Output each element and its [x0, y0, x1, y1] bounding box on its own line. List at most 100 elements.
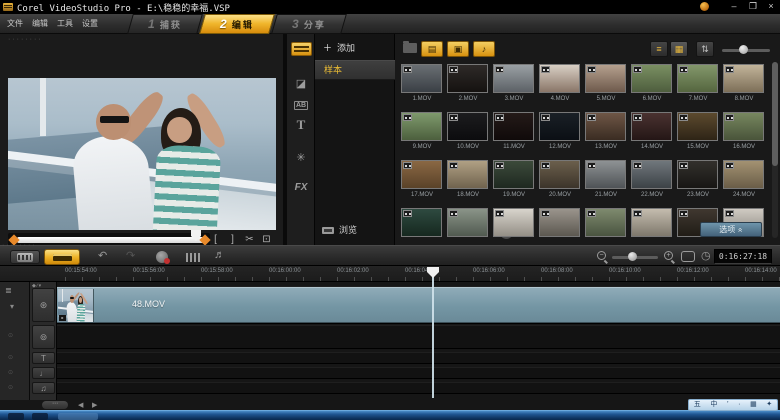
media-thumbnail-cell[interactable]: 14.MOV	[629, 110, 675, 158]
media-thumbnail[interactable]	[539, 64, 580, 93]
browse-button[interactable]: 浏览	[315, 222, 395, 238]
windows-taskbar[interactable]	[0, 410, 780, 420]
step-tab-edit[interactable]: 2编辑	[199, 14, 275, 34]
media-thumbnail-cell[interactable]: 19.MOV	[491, 158, 537, 206]
media-thumbnail-cell[interactable]: 20.MOV	[537, 158, 583, 206]
ime-settings-icon[interactable]: ✦	[766, 400, 772, 410]
track-scroll-pill[interactable]: ⋯	[42, 401, 68, 409]
ime-chinese-icon[interactable]: 中	[710, 400, 717, 410]
minimize-button[interactable]: –	[726, 0, 742, 13]
media-thumbnail-cell[interactable]: 3.MOV	[491, 62, 537, 110]
media-thumbnail-cell[interactable]	[629, 206, 675, 238]
media-thumbnail[interactable]	[493, 160, 534, 189]
media-thumbnail[interactable]	[723, 64, 764, 93]
menu-settings[interactable]: 设置	[82, 14, 107, 34]
media-thumbnail[interactable]	[585, 112, 626, 141]
ime-punct-icon[interactable]: ’	[727, 400, 729, 410]
graphic-icon[interactable]: ✳	[290, 148, 312, 166]
preview-video[interactable]	[8, 78, 276, 230]
transition-icon[interactable]: ◪	[290, 74, 312, 92]
gallery-folder-samples[interactable]: 样本	[315, 60, 395, 80]
media-thumbnail[interactable]	[401, 112, 442, 141]
timeline-timecode[interactable]: 0:16:27:18	[714, 249, 772, 264]
restore-button[interactable]: ❐	[745, 0, 761, 13]
overlay-track-button[interactable]: ⊚	[32, 325, 55, 349]
media-thumbnail[interactable]	[723, 112, 764, 141]
media-thumbnail[interactable]	[631, 160, 672, 189]
mark-out-button[interactable]: ]	[227, 234, 238, 245]
music-track-button[interactable]: ♫	[32, 382, 55, 394]
redo-button[interactable]: ↷	[126, 249, 135, 262]
media-thumbnail[interactable]	[585, 64, 626, 93]
title-track-row[interactable]	[57, 352, 780, 364]
media-thumbnail[interactable]	[401, 64, 442, 93]
media-thumbnail[interactable]	[723, 160, 764, 189]
media-thumbnail[interactable]	[401, 208, 442, 237]
media-thumbnail-cell[interactable]: 9.MOV	[399, 110, 445, 158]
media-thumbnail-cell[interactable]: 16.MOV	[721, 110, 767, 158]
library-scrollbar[interactable]	[772, 62, 778, 238]
media-thumbnail[interactable]	[677, 112, 718, 141]
media-thumbnail[interactable]	[677, 64, 718, 93]
media-thumbnail-cell[interactable]: 11.MOV	[491, 110, 537, 158]
taskbar-item[interactable]	[32, 413, 48, 420]
video-track-row[interactable]: ▸ 48.MOV	[57, 286, 780, 324]
media-thumbnail-cell[interactable]: 6.MOV	[629, 62, 675, 110]
media-thumbnail-cell[interactable]: 1.MOV	[399, 62, 445, 110]
step-tab-share[interactable]: 3分享	[271, 14, 347, 34]
show-audio-button[interactable]: ♪	[473, 41, 495, 57]
zoom-in-icon[interactable]: +	[664, 251, 673, 260]
media-thumbnail-cell[interactable]: 21.MOV	[583, 158, 629, 206]
media-thumbnail-cell[interactable]: 17.MOV	[399, 158, 445, 206]
sound-mixer-icon[interactable]	[186, 253, 200, 262]
voice-track-button[interactable]: ♩	[32, 367, 55, 379]
media-thumbnail[interactable]	[447, 208, 488, 237]
list-view-button[interactable]: ≡	[650, 41, 668, 57]
auto-music-icon[interactable]: ♬	[214, 249, 225, 261]
ime-mode-icon[interactable]: 五	[694, 400, 701, 410]
grid-view-button[interactable]: ▦	[670, 41, 688, 57]
media-thumbnail[interactable]	[493, 208, 534, 237]
media-thumbnail[interactable]	[539, 208, 580, 237]
media-thumbnail[interactable]	[539, 160, 580, 189]
ime-keyboard-icon[interactable]: ▦	[750, 400, 757, 410]
music-track-row[interactable]	[57, 382, 780, 394]
thumbnail-size-knob[interactable]	[739, 45, 748, 54]
media-thumbnail-cell[interactable]	[537, 206, 583, 238]
show-photos-button[interactable]: ▣	[447, 41, 469, 57]
title-ab-icon[interactable]: AB	[290, 96, 312, 114]
zoom-out-icon[interactable]: −	[597, 251, 606, 260]
media-thumbnail[interactable]	[493, 64, 534, 93]
media-thumbnail-cell[interactable]: 13.MOV	[583, 110, 629, 158]
voice-track-row[interactable]	[57, 367, 780, 379]
options-button[interactable]: 选项«	[700, 222, 762, 237]
enlarge-button[interactable]: ⊡	[261, 234, 272, 245]
media-thumbnail-cell[interactable]: 18.MOV	[445, 158, 491, 206]
playhead-line[interactable]	[432, 268, 434, 398]
media-thumbnail[interactable]	[677, 160, 718, 189]
media-thumbnail-cell[interactable]	[583, 206, 629, 238]
menu-file[interactable]: 文件	[7, 14, 32, 34]
panel-drag-handle[interactable]: ········	[8, 36, 43, 43]
storyboard-view-button[interactable]	[10, 250, 40, 264]
media-thumbnail-cell[interactable]: 15.MOV	[675, 110, 721, 158]
sort-button[interactable]: ⇅	[696, 41, 714, 57]
media-thumbnail-cell[interactable]	[491, 206, 537, 238]
clock-icon[interactable]: ◷	[701, 249, 711, 262]
media-thumbnail-cell[interactable]: 24.MOV	[721, 158, 767, 206]
show-videos-button[interactable]: ▤	[421, 41, 443, 57]
media-thumbnail[interactable]	[585, 160, 626, 189]
timeline-ruler[interactable]: 00:15:54:0000:15:56:0000:15:58:0000:16:0…	[0, 266, 780, 282]
media-thumbnail[interactable]	[585, 208, 626, 237]
timeline-view-button[interactable]	[44, 249, 80, 265]
media-thumbnail-cell[interactable]: 4.MOV	[537, 62, 583, 110]
folder-icon[interactable]	[403, 43, 417, 53]
track-manager-icon[interactable]: ≣	[5, 286, 12, 295]
step-tab-capture[interactable]: 1捕获	[127, 14, 203, 34]
media-thumbnail-cell[interactable]: 23.MOV	[675, 158, 721, 206]
media-thumbnail[interactable]	[631, 208, 672, 237]
media-thumbnail-cell[interactable]: 2.MOV	[445, 62, 491, 110]
media-thumbnail[interactable]	[539, 112, 580, 141]
media-thumbnail[interactable]	[493, 112, 534, 141]
menu-edit[interactable]: 编辑	[32, 14, 57, 34]
